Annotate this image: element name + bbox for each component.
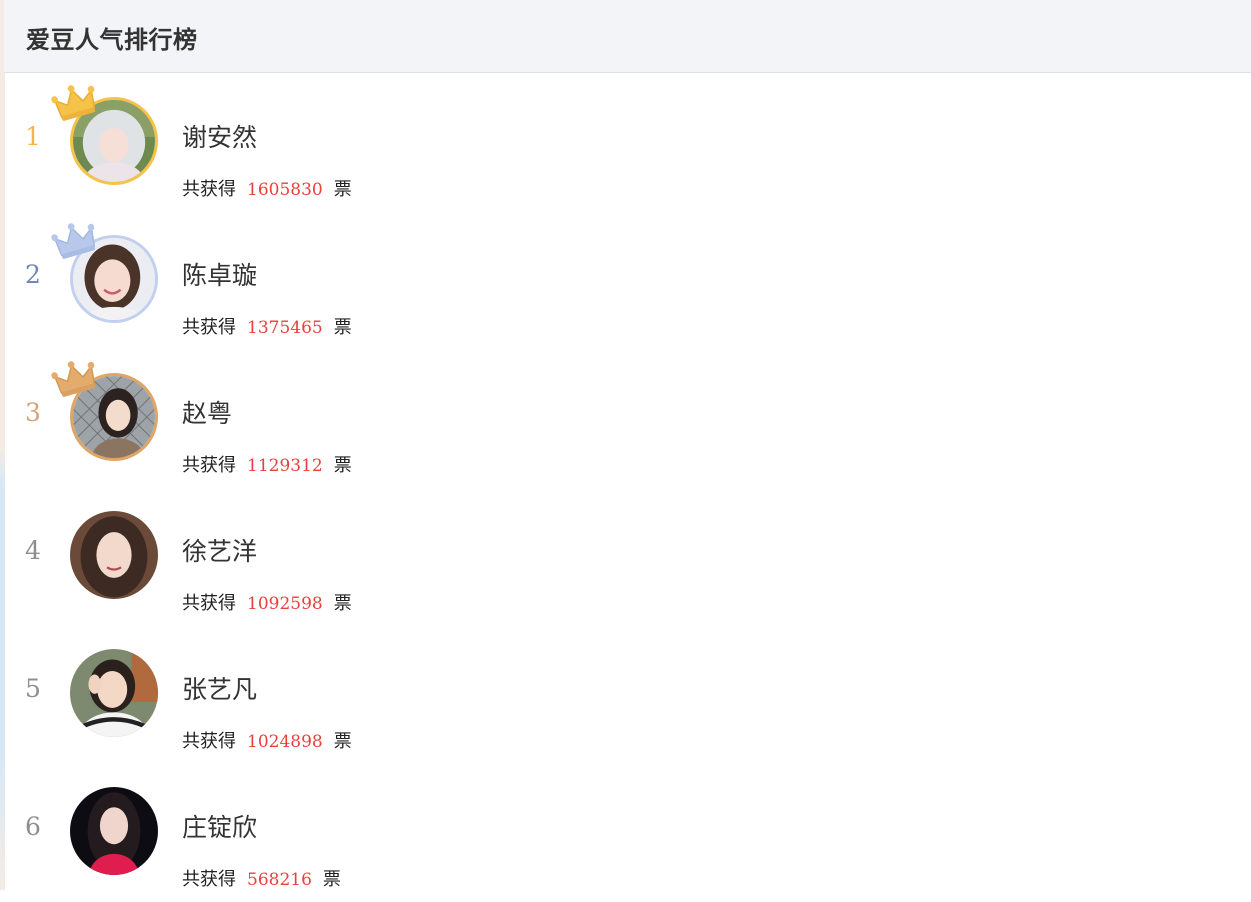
vote-count: 568216 xyxy=(247,870,312,890)
vote-summary: 共获得 1129312 票 xyxy=(182,451,352,477)
idol-name[interactable]: 徐艺洋 xyxy=(182,532,257,568)
votes-suffix: 票 xyxy=(333,455,352,476)
ranking-item[interactable]: 6 庄锭欣 共获得 568216 票 xyxy=(4,764,604,902)
votes-suffix: 票 xyxy=(333,317,352,338)
rank-number: 6 xyxy=(25,812,41,841)
rank-number: 4 xyxy=(25,536,41,565)
votes-suffix: 票 xyxy=(333,593,352,614)
avatar[interactable] xyxy=(70,649,158,737)
vote-summary: 共获得 1092598 票 xyxy=(182,589,352,615)
idol-name[interactable]: 张艺凡 xyxy=(182,670,257,706)
votes-suffix: 票 xyxy=(322,869,341,890)
votes-prefix: 共获得 xyxy=(182,317,236,338)
vote-summary: 共获得 1605830 票 xyxy=(182,175,352,201)
votes-prefix: 共获得 xyxy=(182,869,236,890)
avatar[interactable] xyxy=(70,511,158,599)
ranking-item[interactable]: 3 赵粤 共获得 1129312 票 xyxy=(4,350,604,488)
page-header: 爱豆人气排行榜 xyxy=(4,0,1251,73)
votes-suffix: 票 xyxy=(333,179,352,200)
rank-number: 5 xyxy=(25,674,41,703)
votes-prefix: 共获得 xyxy=(182,455,236,476)
ranking-item[interactable]: 4 徐艺洋 共获得 1092598 票 xyxy=(4,488,604,626)
ranking-item[interactable]: 2 陈卓璇 共获得 1375465 票 xyxy=(4,212,604,350)
vote-count: 1375465 xyxy=(247,318,323,338)
idol-name[interactable]: 庄锭欣 xyxy=(182,808,257,844)
idol-name[interactable]: 陈卓璇 xyxy=(182,256,257,292)
votes-prefix: 共获得 xyxy=(182,731,236,752)
votes-prefix: 共获得 xyxy=(182,593,236,614)
rank-number: 3 xyxy=(25,398,41,427)
vote-count: 1605830 xyxy=(247,180,323,200)
votes-prefix: 共获得 xyxy=(182,179,236,200)
vote-summary: 共获得 568216 票 xyxy=(182,865,341,891)
vote-summary: 共获得 1375465 票 xyxy=(182,313,352,339)
vote-count: 1092598 xyxy=(247,594,323,614)
rank-number: 1 xyxy=(25,122,41,151)
ranking-item[interactable]: 1 谢安然 共获得 1605830 票 xyxy=(4,74,604,212)
idol-name[interactable]: 谢安然 xyxy=(182,118,257,154)
idol-name[interactable]: 赵粤 xyxy=(182,394,232,430)
vote-count: 1129312 xyxy=(247,456,323,476)
vote-summary: 共获得 1024898 票 xyxy=(182,727,352,753)
votes-suffix: 票 xyxy=(333,731,352,752)
rank-number: 2 xyxy=(25,260,41,289)
vote-count: 1024898 xyxy=(247,732,323,752)
avatar[interactable] xyxy=(70,787,158,875)
ranking-item[interactable]: 5 张艺凡 共获得 1024898 票 xyxy=(4,626,604,764)
page-title: 爱豆人气排行榜 xyxy=(26,26,198,54)
